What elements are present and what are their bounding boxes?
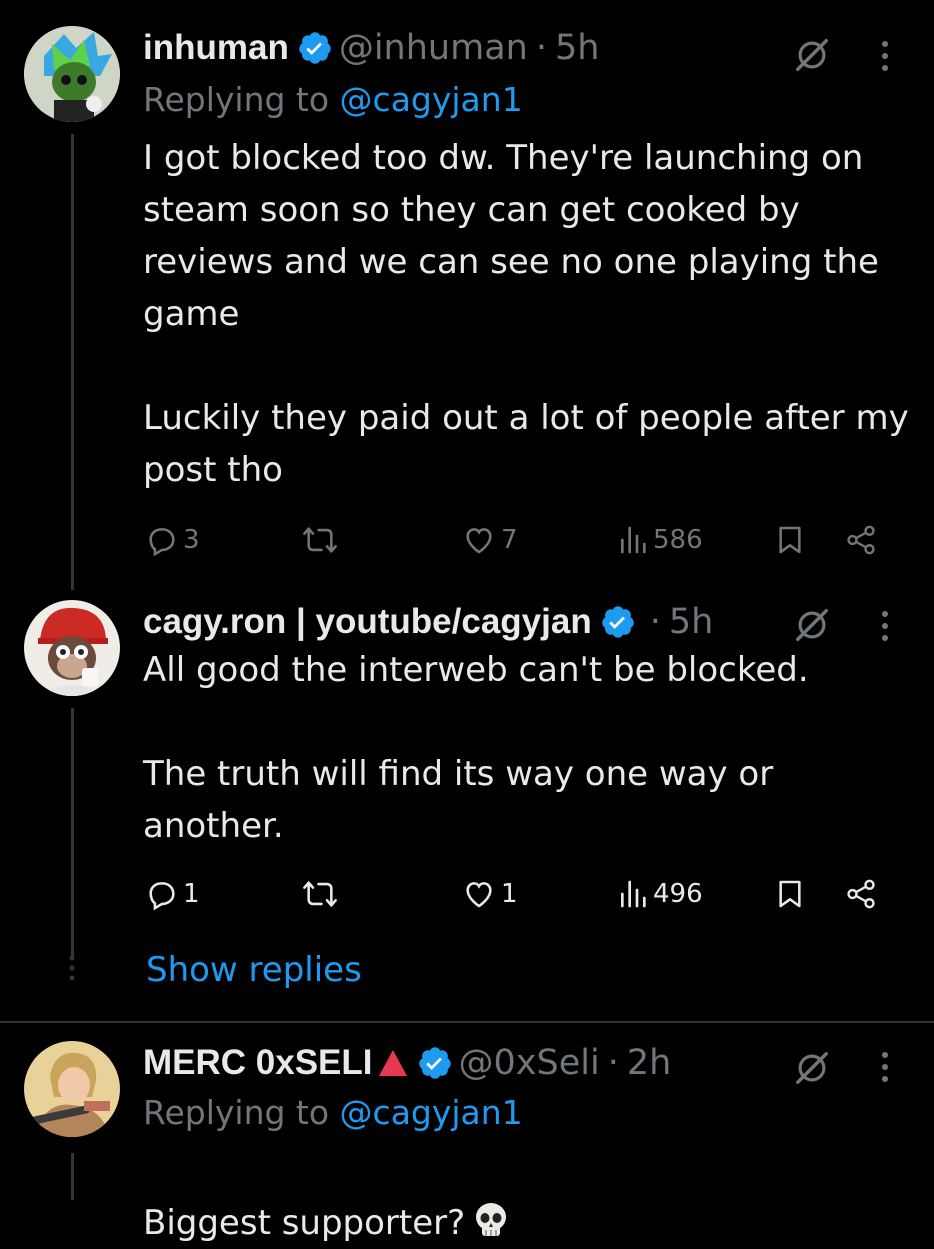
- like-count: 1: [501, 879, 518, 909]
- more-icon[interactable]: [880, 608, 890, 644]
- views-count: 586: [653, 525, 703, 555]
- display-name[interactable]: cagy.ron | youtube/cagyjan: [143, 602, 592, 642]
- tweet-text-content: Biggest supporter?: [143, 1203, 466, 1243]
- repost-button[interactable]: [301, 518, 339, 562]
- share-button[interactable]: [843, 518, 879, 562]
- share-icon: [847, 879, 875, 909]
- share-icon: [847, 525, 875, 555]
- tweet-text: Biggest supporter?: [143, 1145, 913, 1249]
- tweet-header: MERC 0xSELI @0xSeli · 2h: [143, 1043, 671, 1083]
- tweet-text: I got blocked too dw. They're launching …: [143, 138, 909, 490]
- verified-badge-icon: [299, 32, 331, 64]
- like-button[interactable]: 1: [461, 872, 518, 916]
- avatar-0xseli[interactable]: [24, 1041, 120, 1137]
- views-count: 496: [653, 879, 703, 909]
- timestamp[interactable]: 5h: [555, 28, 599, 68]
- replying-prefix: Replying to: [143, 80, 340, 119]
- timestamp[interactable]: 5h: [669, 602, 713, 642]
- handle[interactable]: @inhuman: [339, 28, 528, 68]
- tweet-text: All good the interweb can't be blocked. …: [143, 650, 809, 846]
- avatar-cagy[interactable]: [24, 600, 120, 696]
- display-name[interactable]: MERC 0xSELI: [143, 1043, 373, 1083]
- tweet-cagy[interactable]: cagy.ron | youtube/cagyjan · 5h All good…: [0, 590, 934, 1020]
- replying-to: Replying to @cagyjan1: [143, 1093, 523, 1133]
- action-bar: 1 1 496: [143, 872, 903, 916]
- bookmark-button[interactable]: [774, 872, 806, 916]
- more-icon[interactable]: [880, 1049, 890, 1085]
- more-icon[interactable]: [880, 38, 890, 74]
- views-button[interactable]: 496: [617, 872, 703, 916]
- reply-count: 3: [183, 525, 200, 555]
- grok-icon[interactable]: [793, 606, 831, 644]
- bookmark-icon: [779, 880, 801, 908]
- repost-icon: [303, 881, 337, 907]
- replying-to: Replying to @cagyjan1: [143, 80, 523, 120]
- verified-badge-icon: [418, 1047, 451, 1079]
- handle[interactable]: @0xSeli: [459, 1043, 600, 1083]
- tweet-0xseli[interactable]: MERC 0xSELI @0xSeli · 2h Replying to @ca…: [0, 1023, 934, 1243]
- avatar-inhuman[interactable]: [24, 26, 120, 122]
- reply-icon: [149, 528, 175, 557]
- thread-line: [71, 134, 74, 590]
- share-button[interactable]: [843, 872, 879, 916]
- mention-link[interactable]: @cagyjan1: [340, 1093, 523, 1132]
- like-button[interactable]: 7: [461, 518, 518, 562]
- show-replies-link[interactable]: Show replies: [146, 950, 362, 990]
- grok-icon[interactable]: [793, 1049, 831, 1087]
- separator-dot: ·: [607, 1043, 619, 1083]
- reply-button[interactable]: 1: [145, 872, 200, 916]
- reply-button[interactable]: 3: [145, 518, 200, 562]
- mention-link[interactable]: @cagyjan1: [340, 80, 523, 119]
- repost-button[interactable]: [301, 872, 339, 916]
- separator-dot: ·: [535, 28, 547, 68]
- thread-line: [71, 1153, 74, 1200]
- thread-line: [71, 708, 74, 958]
- verified-badge-icon: [601, 606, 634, 638]
- like-icon: [466, 882, 492, 908]
- views-icon: [621, 880, 646, 908]
- display-name[interactable]: inhuman: [143, 28, 289, 68]
- replying-prefix: Replying to: [143, 1093, 340, 1132]
- tweet-header: inhuman @inhuman · 5h: [143, 28, 599, 68]
- like-count: 7: [501, 525, 518, 555]
- thread-dots-icon: [69, 955, 75, 981]
- views-button[interactable]: 586: [617, 518, 703, 562]
- bookmark-button[interactable]: [774, 518, 806, 562]
- reply-icon: [149, 882, 175, 911]
- grok-icon[interactable]: [793, 36, 831, 74]
- repost-icon: [303, 527, 337, 553]
- views-icon: [621, 526, 646, 554]
- timestamp[interactable]: 2h: [627, 1043, 671, 1083]
- skull-emoji: [476, 1203, 507, 1236]
- like-icon: [466, 528, 492, 554]
- tweet-header: cagy.ron | youtube/cagyjan · 5h: [143, 602, 713, 642]
- tweet-inhuman[interactable]: inhuman @inhuman · 5h Replying to @cagyj…: [0, 0, 934, 590]
- separator-dot: ·: [649, 602, 661, 642]
- bookmark-icon: [779, 526, 801, 554]
- action-bar: 3 7 586: [143, 518, 903, 562]
- reply-count: 1: [183, 879, 200, 909]
- red-triangle-emoji: [378, 1050, 407, 1076]
